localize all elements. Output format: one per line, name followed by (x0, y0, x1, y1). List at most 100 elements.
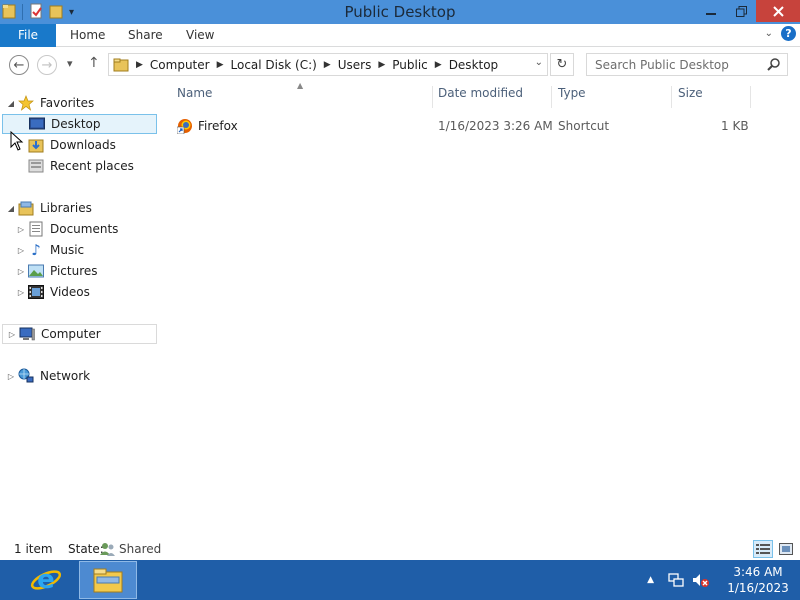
up-arrow-icon[interactable]: ↑ (88, 55, 100, 71)
internet-explorer-icon: e (30, 565, 62, 595)
tree-item-desktop[interactable]: Desktop (2, 114, 157, 134)
item-count: 1 item (14, 542, 53, 556)
breadcrumb-separator-icon[interactable]: ▶ (435, 60, 442, 70)
sort-ascending-indicator-icon: ▲ (297, 81, 304, 90)
breadcrumb-users[interactable]: Users (338, 58, 372, 72)
taskbar: e ▲ 3:46 AM 1/16/2023 (0, 560, 800, 600)
file-date-modified: 1/16/2023 3:26 AM (438, 119, 553, 133)
network-icon (18, 368, 34, 384)
show-hidden-icons-chevron-icon[interactable]: ▲ (647, 575, 654, 585)
search-input[interactable] (587, 54, 757, 75)
tree-libraries[interactable]: ◢ Libraries (6, 198, 92, 218)
collapsed-arrow-icon[interactable]: ▷ (16, 288, 26, 297)
music-icon: ♪ (31, 241, 41, 259)
collapsed-arrow-icon[interactable]: ▷ (6, 372, 16, 381)
breadcrumb-computer[interactable]: Computer (150, 58, 210, 72)
search-icon[interactable] (767, 57, 781, 74)
mouse-cursor-icon (10, 131, 24, 151)
tree-item-documents[interactable]: ▷ Documents (16, 219, 118, 239)
system-tray: ▲ 3:46 AM 1/16/2023 (647, 560, 800, 600)
breadcrumb-public[interactable]: Public (392, 58, 428, 72)
tab-share[interactable]: Share (128, 24, 163, 47)
refresh-button[interactable]: ↻ (550, 53, 574, 76)
documents-icon (28, 221, 44, 237)
details-view-icon (756, 544, 770, 554)
file-explorer-taskbar-button[interactable] (79, 561, 137, 599)
tree-item-recent-places[interactable]: Recent places (26, 156, 134, 176)
tree-item-music[interactable]: ▷ ♪ Music (16, 240, 84, 260)
tab-home[interactable]: Home (70, 24, 105, 47)
tree-item-videos[interactable]: ▷ Videos (16, 282, 90, 302)
expanded-arrow-icon[interactable]: ◢ (6, 204, 16, 213)
close-button[interactable] (756, 0, 800, 22)
recent-locations-chevron-icon[interactable]: ▾ (67, 57, 73, 70)
minimize-button[interactable] (696, 0, 726, 22)
tree-network[interactable]: ▷ Network (6, 366, 90, 386)
maximize-button[interactable] (726, 0, 756, 22)
libraries-icon (18, 200, 34, 216)
tree-item-downloads[interactable]: Downloads (26, 135, 116, 155)
tree-label: Recent places (50, 159, 134, 173)
file-type: Shortcut (558, 119, 610, 133)
volume-muted-icon[interactable] (692, 572, 710, 588)
folder-icon (113, 58, 129, 72)
column-header-size[interactable]: Size (678, 86, 703, 106)
expand-ribbon-chevron-icon[interactable]: ⌄ (765, 28, 773, 39)
tab-view[interactable]: View (186, 24, 214, 47)
recent-places-icon (28, 158, 44, 174)
close-icon (772, 5, 784, 17)
column-header-date-modified[interactable]: Date modified (438, 86, 523, 106)
collapsed-arrow-icon[interactable]: ▷ (16, 246, 26, 255)
videos-icon (28, 284, 44, 300)
star-icon (18, 95, 34, 111)
tree-label: Libraries (40, 201, 92, 215)
large-icons-view-button[interactable] (776, 540, 796, 558)
breadcrumb-local-disk[interactable]: Local Disk (C:) (231, 58, 317, 72)
breadcrumb-desktop[interactable]: Desktop (449, 58, 499, 72)
back-button[interactable]: ← (9, 55, 29, 75)
column-divider[interactable] (551, 86, 552, 108)
file-name: Firefox (198, 119, 238, 133)
taskbar-clock[interactable]: 3:46 AM 1/16/2023 (716, 564, 800, 596)
details-view-button[interactable] (753, 540, 773, 558)
svg-text:e: e (37, 565, 55, 595)
column-header-type[interactable]: Type (558, 86, 586, 106)
breadcrumb-separator-icon[interactable]: ▶ (136, 60, 143, 70)
file-row[interactable]: Firefox 1/16/2023 3:26 AM Shortcut 1 KB (170, 116, 760, 136)
computer-icon (19, 326, 35, 342)
column-header-name[interactable]: Name (177, 86, 212, 106)
tree-label: Desktop (51, 117, 101, 131)
column-divider[interactable] (750, 86, 751, 108)
address-bar[interactable]: ▶ Computer ▶ Local Disk (C:) ▶ Users ▶ P… (108, 53, 548, 76)
collapsed-arrow-icon[interactable]: ▷ (7, 330, 17, 339)
forward-button[interactable]: → (37, 55, 57, 75)
collapsed-arrow-icon[interactable]: ▷ (16, 267, 26, 276)
desktop-icon (29, 116, 45, 132)
back-arrow-icon: ← (13, 57, 25, 73)
restore-icon (735, 5, 747, 17)
column-divider[interactable] (671, 86, 672, 108)
tab-file[interactable]: File (0, 24, 56, 47)
help-icon[interactable]: ? (781, 26, 796, 41)
file-size: 1 KB (721, 119, 749, 133)
breadcrumb-separator-icon[interactable]: ▶ (378, 60, 385, 70)
large-icons-view-icon (779, 543, 793, 555)
network-status-icon[interactable] (668, 572, 684, 588)
breadcrumb-separator-icon[interactable]: ▶ (217, 60, 224, 70)
address-dropdown-chevron-icon[interactable]: ⌄ (535, 57, 543, 68)
clock-date: 1/16/2023 (727, 581, 789, 595)
column-divider[interactable] (432, 86, 433, 108)
internet-explorer-taskbar-button[interactable]: e (22, 563, 70, 597)
state-value: Shared (119, 542, 162, 556)
collapsed-arrow-icon[interactable]: ▷ (16, 225, 26, 234)
ribbon: File Home Share View ⌄ ? (0, 24, 800, 47)
tree-computer[interactable]: ▷ Computer (2, 324, 157, 344)
tree-item-pictures[interactable]: ▷ Pictures (16, 261, 98, 281)
tree-label: Computer (41, 327, 101, 341)
search-box[interactable] (586, 53, 788, 76)
breadcrumb-separator-icon[interactable]: ▶ (324, 60, 331, 70)
tree-label: Favorites (40, 96, 95, 110)
expanded-arrow-icon[interactable]: ◢ (6, 99, 16, 108)
status-bar: 1 item State: Shared (0, 538, 800, 560)
tree-favorites[interactable]: ◢ Favorites (6, 93, 94, 113)
